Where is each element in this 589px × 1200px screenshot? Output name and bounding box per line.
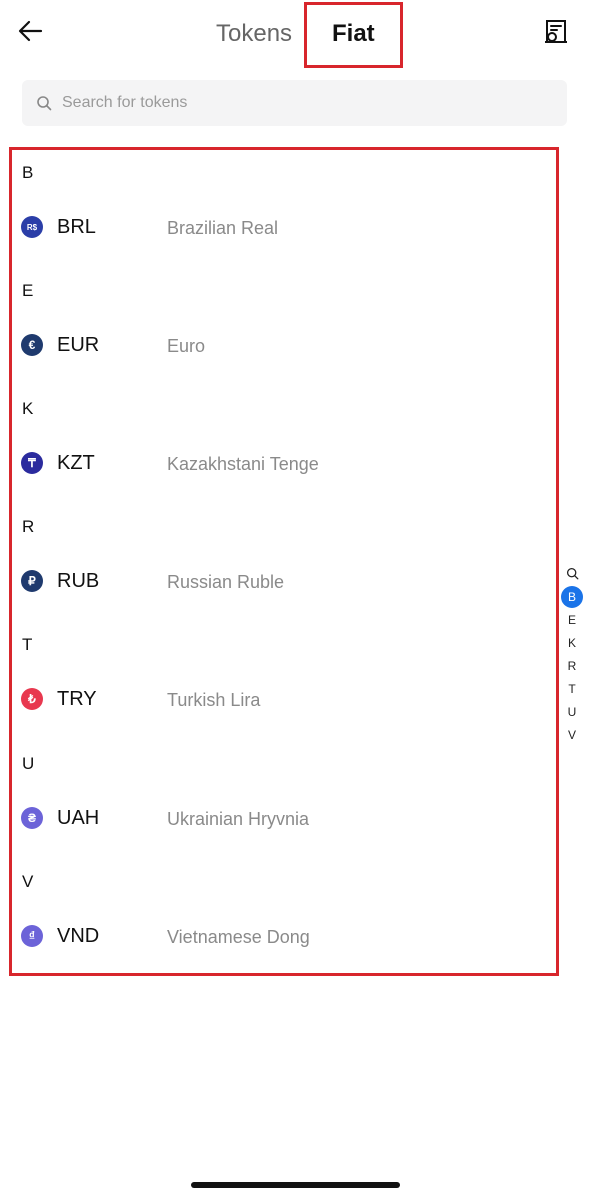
uah-coin-icon: ₴: [21, 807, 43, 829]
brl-coin-icon: R$: [21, 216, 43, 238]
search-icon: [37, 96, 52, 111]
index-letter-t[interactable]: T: [559, 677, 585, 700]
kzt-coin-icon: ₸: [21, 452, 43, 474]
index-letter-r[interactable]: R: [559, 654, 585, 677]
section-letter-u: U: [22, 754, 35, 773]
header: Tokens Fiat: [0, 0, 589, 70]
back-arrow-icon[interactable]: [16, 16, 46, 46]
currency-code: KZT: [57, 452, 95, 474]
search-input[interactable]: [62, 94, 542, 112]
index-search-icon[interactable]: [559, 562, 585, 585]
currency-code: UAH: [57, 807, 100, 829]
order-history-icon[interactable]: [540, 16, 572, 48]
section-letter-k: K: [22, 399, 34, 418]
currency-row-kzt[interactable]: ₸ KZT Kazakhstani Tenge: [12, 441, 542, 485]
try-coin-icon: ₺: [21, 688, 43, 710]
home-indicator[interactable]: [191, 1182, 400, 1188]
rub-coin-icon: ₽: [21, 570, 43, 592]
currency-row-try[interactable]: ₺ TRY Turkish Lira: [12, 677, 542, 721]
currency-row-vnd[interactable]: ₫ VND Vietnamese Dong: [12, 914, 542, 958]
section-letter-v: V: [22, 872, 34, 891]
currency-row-rub[interactable]: ₽ RUB Russian Ruble: [12, 559, 542, 603]
index-letter-k[interactable]: K: [559, 631, 585, 654]
currency-name: Vietnamese Dong: [167, 927, 310, 947]
currency-code: VND: [57, 925, 100, 947]
search-bar[interactable]: [22, 80, 567, 126]
section-letter-r: R: [22, 517, 35, 536]
currency-code: EUR: [57, 334, 100, 356]
currency-name: Ukrainian Hryvnia: [167, 809, 310, 829]
index-letter-b[interactable]: B: [559, 585, 585, 608]
currency-row-eur[interactable]: € EUR Euro: [12, 323, 542, 367]
alphabet-index-bar: B E K R T U V: [559, 562, 585, 746]
eur-coin-icon: €: [21, 334, 43, 356]
index-letter-u[interactable]: U: [559, 700, 585, 723]
index-letter-v[interactable]: V: [559, 723, 585, 746]
section-letter-e: E: [22, 281, 34, 300]
vnd-coin-icon: ₫: [21, 925, 43, 947]
fiat-tab-highlight-box: [304, 2, 403, 68]
currency-name: Kazakhstani Tenge: [167, 454, 319, 474]
currency-code: RUB: [57, 570, 100, 592]
currency-row-uah[interactable]: ₴ UAH Ukrainian Hryvnia: [12, 796, 542, 840]
currency-code: TRY: [57, 688, 97, 710]
tab-tokens[interactable]: Tokens: [216, 20, 292, 48]
section-letter-b: B: [22, 163, 34, 182]
section-letter-t: T: [22, 635, 33, 654]
currency-row-brl[interactable]: R$ BRL Brazilian Real: [12, 205, 542, 249]
index-selected-dot: B: [561, 585, 583, 608]
index-letter-e[interactable]: E: [559, 608, 585, 631]
currency-name: Euro: [167, 336, 206, 356]
currency-code: BRL: [57, 216, 96, 238]
currency-name: Russian Ruble: [167, 572, 285, 592]
currency-name: Turkish Lira: [167, 690, 261, 710]
currency-name: Brazilian Real: [167, 218, 279, 238]
